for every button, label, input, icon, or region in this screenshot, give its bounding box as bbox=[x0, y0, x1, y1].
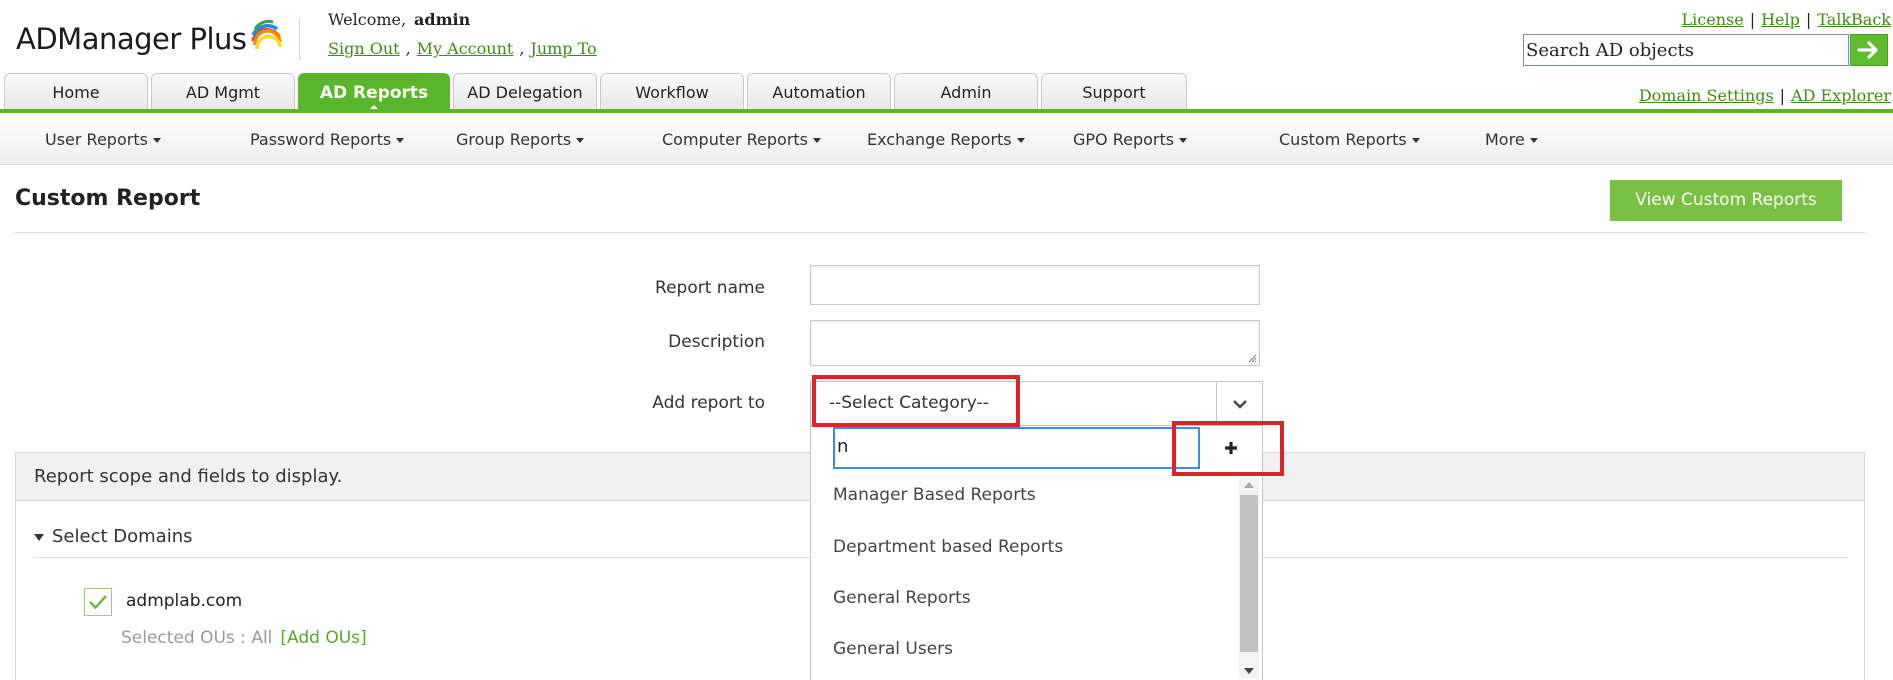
plus-icon bbox=[1225, 442, 1237, 454]
add-ous-link[interactable]: [Add OUs] bbox=[280, 628, 366, 648]
category-option[interactable]: General Reports bbox=[833, 588, 971, 608]
subnav-label: Group Reports bbox=[456, 130, 572, 149]
reports-subnav: User Reports Password Reports Group Repo… bbox=[0, 113, 1893, 165]
caret-down-icon bbox=[1179, 138, 1188, 143]
tab-ad-mgmt[interactable]: AD Mgmt bbox=[151, 73, 295, 111]
scroll-down-arrow-icon[interactable] bbox=[1244, 668, 1254, 674]
subnav-user-reports[interactable]: User Reports bbox=[45, 130, 161, 149]
subnav-label: Exchange Reports bbox=[867, 130, 1012, 149]
tab-workflow[interactable]: Workflow bbox=[600, 73, 744, 111]
link-separator: | bbox=[1805, 10, 1812, 29]
report-name-input[interactable] bbox=[810, 265, 1260, 305]
category-select[interactable]: --Select Category-- bbox=[810, 381, 1263, 426]
link-separator: , bbox=[405, 39, 411, 58]
category-selected-value: --Select Category-- bbox=[829, 393, 989, 413]
subnav-custom-reports[interactable]: Custom Reports bbox=[1279, 130, 1420, 149]
app-logo: ADManager Plus bbox=[16, 14, 283, 64]
username: admin bbox=[414, 10, 471, 29]
resize-grip-icon bbox=[1248, 354, 1257, 363]
subnav-label: More bbox=[1485, 130, 1525, 149]
search-input[interactable]: Search AD objects bbox=[1523, 34, 1849, 66]
category-dropdown: n Manager Based Reports Department based… bbox=[810, 426, 1263, 680]
title-divider bbox=[15, 232, 1865, 233]
link-separator: | bbox=[1779, 86, 1786, 105]
welcome-text: Welcome, admin bbox=[328, 10, 470, 29]
main-tabs: Home AD Mgmt AD Reports AD Delegation Wo… bbox=[4, 73, 1190, 112]
scroll-up-arrow-icon[interactable] bbox=[1244, 482, 1254, 488]
subnav-gpo-reports[interactable]: GPO Reports bbox=[1073, 130, 1188, 149]
sign-out-link[interactable]: Sign Out bbox=[328, 39, 400, 58]
link-separator: | bbox=[1749, 10, 1756, 29]
subnav-exchange-reports[interactable]: Exchange Reports bbox=[867, 130, 1025, 149]
category-search-input[interactable]: n bbox=[833, 427, 1200, 469]
secondary-links: Domain Settings | AD Explorer bbox=[1639, 86, 1891, 105]
logo-text: ADManager Plus bbox=[16, 22, 247, 56]
select-domains-toggle[interactable]: Select Domains bbox=[34, 526, 192, 547]
domain-checkbox[interactable] bbox=[84, 588, 112, 616]
selected-ous-value: All bbox=[251, 628, 273, 648]
selected-ous: Selected OUs : All [Add OUs] bbox=[121, 628, 367, 648]
subnav-more[interactable]: More bbox=[1485, 130, 1538, 149]
talkback-link[interactable]: TalkBack bbox=[1817, 10, 1891, 29]
category-option[interactable]: General Users bbox=[833, 639, 953, 659]
subnav-computer-reports[interactable]: Computer Reports bbox=[662, 130, 821, 149]
subnav-label: GPO Reports bbox=[1073, 130, 1175, 149]
add-category-button[interactable] bbox=[1204, 427, 1258, 469]
chevron-down-icon bbox=[1232, 399, 1247, 409]
top-right-links: License | Help | TalkBack bbox=[1682, 10, 1891, 29]
welcome-label: Welcome, bbox=[328, 10, 407, 29]
user-links: Sign Out, My Account, Jump To bbox=[328, 39, 597, 58]
checkmark-icon bbox=[89, 595, 107, 610]
my-account-link[interactable]: My Account bbox=[417, 39, 514, 58]
tab-automation[interactable]: Automation bbox=[747, 73, 891, 111]
tab-home[interactable]: Home bbox=[4, 73, 148, 111]
description-label: Description bbox=[668, 332, 765, 352]
caret-down-icon bbox=[813, 138, 821, 143]
scrollbar-thumb[interactable] bbox=[1240, 495, 1258, 652]
domain-settings-link[interactable]: Domain Settings bbox=[1639, 86, 1774, 105]
select-domains-label: Select Domains bbox=[52, 526, 193, 547]
scope-header-text: Report scope and fields to display. bbox=[34, 466, 343, 487]
link-separator: , bbox=[519, 39, 525, 58]
tab-ad-delegation[interactable]: AD Delegation bbox=[453, 73, 597, 111]
caret-down-icon bbox=[152, 138, 161, 143]
search-button[interactable] bbox=[1850, 34, 1888, 66]
category-option[interactable]: Manager Based Reports bbox=[833, 485, 1036, 505]
header-divider bbox=[299, 18, 300, 60]
page-title: Custom Report bbox=[15, 186, 201, 211]
dropdown-scrollbar[interactable] bbox=[1239, 478, 1259, 678]
domain-name: admplab.com bbox=[126, 591, 243, 611]
collapse-triangle-icon bbox=[34, 533, 44, 541]
subnav-label: User Reports bbox=[45, 130, 148, 149]
arrow-right-icon bbox=[1857, 41, 1878, 59]
add-report-to-label: Add report to bbox=[652, 393, 765, 413]
jump-to-link[interactable]: Jump To bbox=[530, 39, 596, 58]
ad-explorer-link[interactable]: AD Explorer bbox=[1791, 86, 1891, 105]
selected-ous-label: Selected OUs : bbox=[121, 628, 246, 648]
category-option[interactable]: Department based Reports bbox=[833, 537, 1063, 557]
report-name-label: Report name bbox=[655, 278, 765, 298]
subnav-label: Computer Reports bbox=[662, 130, 808, 149]
caret-down-icon bbox=[1529, 138, 1538, 143]
logo-arcs-icon bbox=[250, 19, 282, 50]
caret-down-icon bbox=[1411, 138, 1420, 143]
caret-down-icon bbox=[1016, 138, 1025, 143]
tab-admin[interactable]: Admin bbox=[894, 73, 1038, 111]
tab-support[interactable]: Support bbox=[1041, 73, 1187, 111]
subnav-group-reports[interactable]: Group Reports bbox=[456, 130, 585, 149]
license-link[interactable]: License bbox=[1682, 10, 1744, 29]
subnav-label: Custom Reports bbox=[1279, 130, 1407, 149]
description-textarea[interactable] bbox=[810, 320, 1260, 366]
caret-down-icon bbox=[396, 138, 405, 143]
subnav-password-reports[interactable]: Password Reports bbox=[250, 130, 405, 149]
category-select-toggle[interactable] bbox=[1216, 382, 1262, 425]
subnav-label: Password Reports bbox=[250, 130, 392, 149]
help-link[interactable]: Help bbox=[1761, 10, 1800, 29]
tab-ad-reports[interactable]: AD Reports bbox=[298, 73, 450, 112]
caret-down-icon bbox=[576, 138, 585, 143]
view-custom-reports-button[interactable]: View Custom Reports bbox=[1610, 180, 1842, 221]
